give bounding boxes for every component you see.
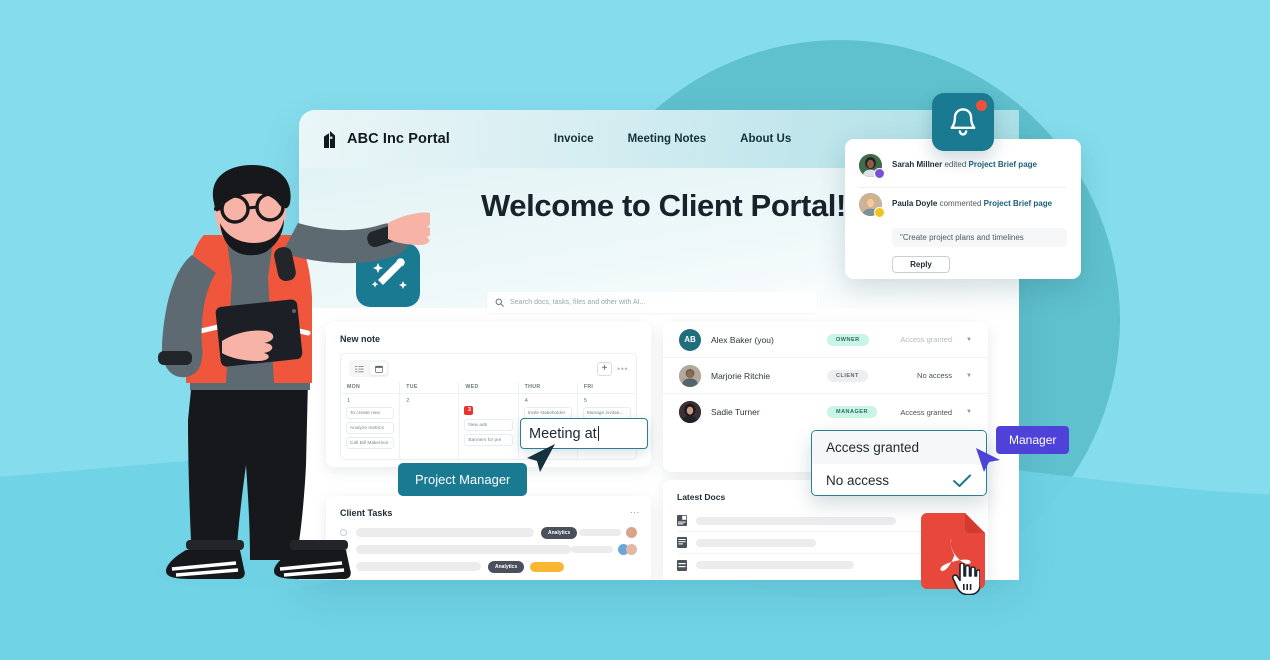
avatar-initials: AB xyxy=(684,335,696,344)
calendar-dow: WED xyxy=(459,382,518,394)
doc-lines-icon xyxy=(677,559,687,571)
note-tools: + ••• xyxy=(597,361,628,376)
table-row[interactable]: Sadie Turner MANAGER Access granted ▼ xyxy=(663,394,988,430)
top-navigation: Invoice Meeting Notes About Us xyxy=(554,133,791,145)
notifications-panel: Sarah Millner edited Project Brief page xyxy=(845,139,1081,279)
nav-item-about-us[interactable]: About Us xyxy=(740,133,791,145)
doc-text-icon xyxy=(677,537,687,548)
role-badge: OWNER xyxy=(827,333,869,346)
dropdown-option-no-access[interactable]: No access xyxy=(812,464,986,495)
reply-button[interactable]: Reply xyxy=(892,256,950,273)
access-state-label: Access granted xyxy=(900,335,953,344)
person-name: Marjorie Ritchie xyxy=(711,370,771,381)
avatar-photo xyxy=(679,401,701,423)
dropdown-option-label: Access granted xyxy=(826,440,920,455)
pointer-cursor xyxy=(527,444,555,472)
avatar xyxy=(679,401,701,423)
bell-glyph xyxy=(950,108,976,136)
role-badge: CLIENT xyxy=(827,369,868,382)
avatar xyxy=(859,154,885,179)
manager-badge: Manager xyxy=(996,426,1070,454)
brand[interactable]: ABC Inc Portal xyxy=(324,130,450,148)
pointer-cursor-purple xyxy=(976,448,1000,472)
task-meta-placeholder xyxy=(571,546,613,553)
illustration-canvas: ABC Inc Portal Invoice Meeting Notes Abo… xyxy=(0,0,1270,660)
task-meta xyxy=(571,544,637,555)
activity-badge xyxy=(874,168,885,179)
calendar-date-today: 3 xyxy=(464,406,474,415)
access-state-label: Access granted xyxy=(900,407,953,417)
hand-pointer-cursor xyxy=(951,563,980,595)
doc-title-placeholder xyxy=(696,538,816,547)
add-note-button[interactable]: + xyxy=(597,361,613,376)
calendar-day-column[interactable]: WED 3 New ads Banners for pre xyxy=(459,382,519,460)
chevron-down-icon[interactable]: ▼ xyxy=(966,409,972,415)
calendar-event[interactable]: New ads xyxy=(464,419,513,431)
calendar-event[interactable]: Banners for pre xyxy=(464,434,513,446)
chevron-down-icon[interactable]: ▼ xyxy=(966,373,972,379)
text-caret xyxy=(597,426,599,441)
calendar-dow: FRI xyxy=(577,382,637,394)
task-meta-placeholder xyxy=(579,529,621,536)
role-badge: MANAGER xyxy=(827,406,877,418)
task-meta xyxy=(579,527,637,538)
note-more-button[interactable]: ••• xyxy=(617,364,628,374)
notification-target[interactable]: Project Brief page xyxy=(969,160,1037,169)
notification-item[interactable]: Sarah Millner edited Project Brief page xyxy=(859,149,1067,188)
notification-item[interactable]: Paula Doyle commented Project Brief page xyxy=(859,188,1067,221)
notification-text: Sarah Millner edited Project Brief page xyxy=(892,160,1037,170)
notification-quote: "Create project plans and timelines xyxy=(892,228,1067,247)
unread-dot xyxy=(976,100,987,111)
avatar: AB xyxy=(679,328,701,351)
notification-text: Paula Doyle commented Project Brief page xyxy=(892,199,1052,209)
doc-title-placeholder xyxy=(696,561,854,569)
person-illustration xyxy=(155,165,430,589)
chevron-down-icon[interactable]: ▼ xyxy=(966,337,972,343)
table-row[interactable]: AB Alex Baker (you) OWNER Access granted… xyxy=(663,322,988,358)
person-name: Alex Baker (you) xyxy=(711,334,774,345)
doc-image-icon xyxy=(677,515,687,526)
calendar-dow: THUR xyxy=(518,382,577,394)
dropdown-option-access-granted[interactable]: Access granted xyxy=(812,431,986,464)
access-dropdown[interactable]: Access granted No access xyxy=(811,430,987,496)
bell-icon[interactable] xyxy=(932,93,994,151)
doc-title-placeholder xyxy=(696,516,896,525)
avatar xyxy=(679,364,701,387)
check-icon xyxy=(953,474,971,487)
notification-action: commented xyxy=(939,199,982,209)
activity-badge xyxy=(874,207,885,218)
access-state-label: No access xyxy=(917,371,953,380)
task-tag: Analytics xyxy=(488,560,525,573)
avatar xyxy=(859,193,885,218)
kebab-menu-icon[interactable]: ⋮ xyxy=(630,508,640,516)
avatar xyxy=(626,527,637,538)
task-tag-secondary xyxy=(530,561,565,572)
search-icon xyxy=(495,298,504,307)
person-name: Sadie Turner xyxy=(711,407,760,417)
nav-item-invoice[interactable]: Invoice xyxy=(554,133,594,145)
task-tag: Analytics xyxy=(541,526,578,539)
meeting-input-value: Meeting at xyxy=(529,425,597,442)
notification-action: edited xyxy=(944,160,967,170)
notification-user: Sarah Millner xyxy=(892,160,943,170)
building-logo-icon xyxy=(324,130,335,148)
access-state[interactable]: No access ▼ xyxy=(917,371,972,380)
table-row[interactable]: Marjorie Ritchie CLIENT No access ▼ xyxy=(663,358,988,394)
brand-title: ABC Inc Portal xyxy=(347,131,450,147)
calendar-date: 4 xyxy=(524,398,528,404)
avatar-photo xyxy=(679,364,701,387)
access-state[interactable]: Access granted ▼ xyxy=(900,408,972,417)
notification-user: Paula Doyle xyxy=(892,199,938,209)
nav-item-meeting-notes[interactable]: Meeting Notes xyxy=(628,133,707,145)
access-state[interactable]: Access granted ▼ xyxy=(900,335,972,344)
calendar-date: 5 xyxy=(583,398,588,404)
notification-target[interactable]: Project Brief page xyxy=(984,199,1052,208)
dropdown-option-label: No access xyxy=(826,473,890,488)
avatar xyxy=(626,544,637,555)
search-input-placeholder: Search docs, tasks, files and other with… xyxy=(510,299,646,306)
page-title: Welcome to Client Portal! xyxy=(481,188,846,223)
